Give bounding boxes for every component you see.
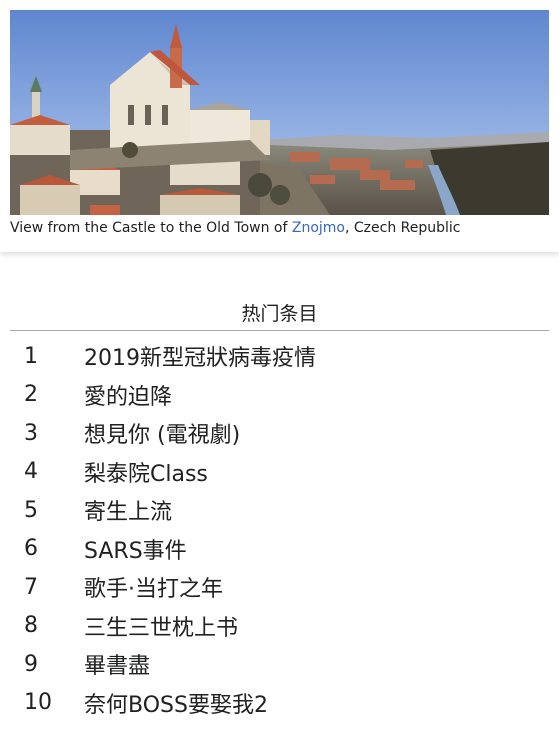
- trending-item: 2 愛的迫降: [10, 376, 549, 415]
- trending-item-link[interactable]: 寄生上流: [84, 494, 172, 526]
- trending-item: 3 想見你 (電視劇): [10, 414, 549, 453]
- trending-item-link[interactable]: 2019新型冠狀病毒疫情: [84, 340, 316, 372]
- trending-rank: 1: [24, 343, 38, 369]
- trending-item: 9 畢書盡: [10, 645, 549, 684]
- trending-item-link[interactable]: 奈何BOSS要娶我2: [84, 687, 268, 719]
- trending-rank: 8: [24, 613, 38, 639]
- trending-item-link[interactable]: 梨泰院Class: [84, 456, 208, 488]
- trending-list: 1 2019新型冠狀病毒疫情 2 愛的迫降 3 想見你 (電視劇) 4 梨泰院C…: [10, 337, 549, 722]
- caption-text-prefix: View from the Castle to the Old Town of: [10, 220, 292, 236]
- featured-image-caption: View from the Castle to the Old Town of …: [10, 218, 549, 240]
- trending-item-link[interactable]: 想見你 (電視劇): [84, 417, 240, 449]
- caption-text-suffix: , Czech Republic: [344, 220, 461, 236]
- caption-link-znojmo[interactable]: Znojmo: [292, 220, 345, 236]
- trending-title: 热门条目: [10, 300, 549, 331]
- trending-item-link[interactable]: 歌手·当打之年: [84, 571, 223, 603]
- trending-item: 7 歌手·当打之年: [10, 568, 549, 607]
- trending-item-link[interactable]: SARS事件: [84, 533, 187, 565]
- trending-rank: 3: [24, 420, 38, 446]
- trending-item: 5 寄生上流: [10, 491, 549, 530]
- trending-item-link[interactable]: 畢書盡: [84, 648, 150, 680]
- trending-item-link[interactable]: 愛的迫降: [84, 379, 172, 411]
- trending-rank: 10: [24, 690, 52, 716]
- trending-item-link[interactable]: 三生三世枕上书: [84, 610, 238, 642]
- trending-item: 8 三生三世枕上书: [10, 607, 549, 646]
- trending-item: 6 SARS事件: [10, 530, 549, 569]
- trending-rank: 4: [24, 459, 38, 485]
- trending-rank: 7: [24, 574, 38, 600]
- trending-rank: 5: [24, 497, 38, 523]
- featured-image-card: View from the Castle to the Old Town of …: [0, 0, 559, 252]
- featured-photo[interactable]: [10, 10, 549, 215]
- trending-item: 1 2019新型冠狀病毒疫情: [10, 337, 549, 376]
- trending-rank: 2: [24, 382, 38, 408]
- trending-section: 热门条目 1 2019新型冠狀病毒疫情 2 愛的迫降 3 想見你 (電視劇) 4…: [10, 300, 549, 722]
- trending-item: 10 奈何BOSS要娶我2: [10, 684, 549, 723]
- trending-rank: 6: [24, 536, 38, 562]
- trending-rank: 9: [24, 651, 38, 677]
- trending-item: 4 梨泰院Class: [10, 453, 549, 492]
